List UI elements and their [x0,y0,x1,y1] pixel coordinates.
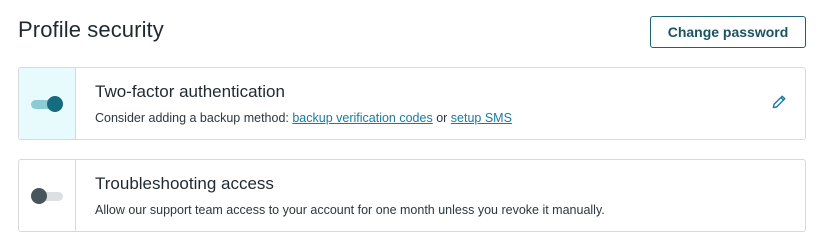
pencil-icon[interactable] [771,94,787,110]
two-factor-desc-prefix: Consider adding a backup method: [95,111,293,125]
setup-sms-link[interactable]: setup SMS [451,111,512,125]
troubleshooting-toggle[interactable] [31,187,63,204]
troubleshooting-title: Troubleshooting access [95,174,274,193]
two-factor-desc-join: or [432,111,451,125]
pencil-icon-graphic [772,95,786,109]
two-factor-title: Two-factor authentication [95,82,285,101]
profile-security-page: Profile security Change password Two-fac… [0,0,825,250]
toggle-knob [31,187,47,204]
troubleshooting-description: Allow our support team access to your ac… [95,203,605,217]
two-factor-body: Two-factor authentication Consider addin… [76,68,805,139]
two-factor-toggle-cell [19,68,76,139]
troubleshooting-card: Troubleshooting access Allow our support… [18,159,806,232]
change-password-button[interactable]: Change password [650,16,806,48]
two-factor-toggle[interactable] [31,95,63,112]
two-factor-card: Two-factor authentication Consider addin… [18,67,806,140]
backup-codes-link[interactable]: backup verification codes [292,111,432,125]
troubleshooting-toggle-cell [19,160,76,231]
page-title: Profile security [18,17,164,42]
troubleshooting-body: Troubleshooting access Allow our support… [76,160,805,231]
two-factor-description: Consider adding a backup method: backup … [95,110,805,126]
toggle-knob [47,95,63,112]
